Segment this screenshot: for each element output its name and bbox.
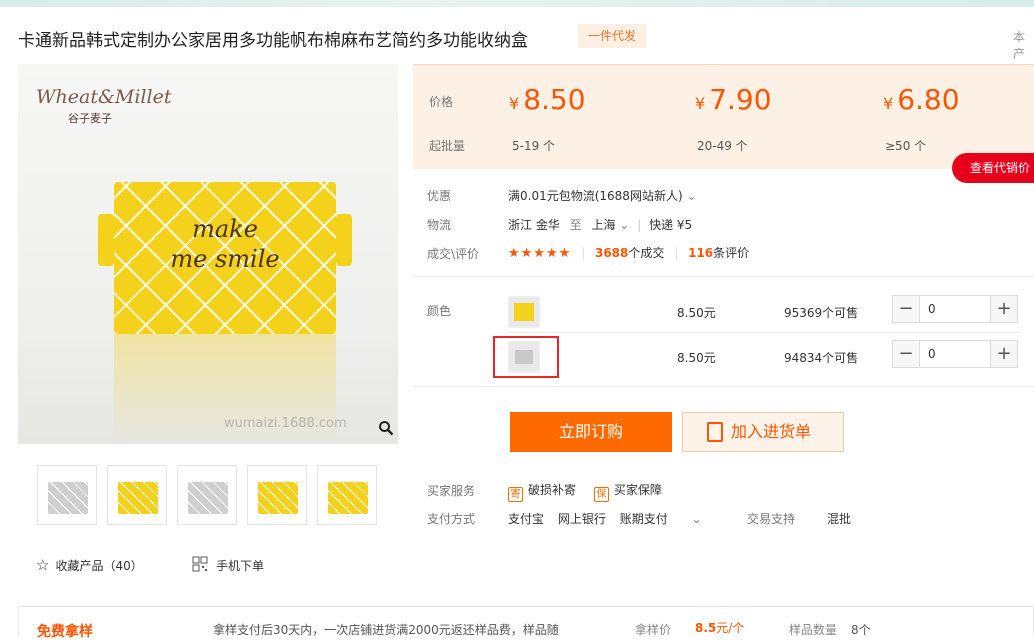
deals-count-link[interactable]: 3688个成交 [595,246,664,260]
ship-from: 浙江 金华 [508,218,560,232]
mobile-order-button[interactable]: 手机下单 [192,556,264,575]
thumbnail-2[interactable] [107,465,167,525]
add-to-cart-button[interactable]: 加入进货单 [682,412,844,452]
quantity-input-1[interactable]: 0 [919,296,991,322]
main-product-image[interactable]: Wheat&Millet 谷子麦子 make me smile wumaizi.… [18,64,398,444]
chevron-down-icon: ⌄ [619,218,630,232]
favorite-button[interactable]: ☆ 收藏产品（40） [36,556,143,574]
price-tier-1: ¥8.50 [509,83,586,116]
service-label: 买家服务 [427,484,476,498]
deals-value: ★★★★★ | 3688个成交 | 116条评价 [508,246,750,261]
reviews-count-link[interactable]: 116条评价 [688,246,749,260]
divider [413,276,1034,277]
sku-row-1: 8.50元 95369个可售 − 0 + [508,292,1020,332]
sku-price-1: 8.50元 [677,306,716,320]
clipboard-icon [707,422,723,442]
box-handle-right [336,214,352,266]
chevron-down-icon: ⌄ [686,189,697,203]
promo-value[interactable]: 满0.01元包物流(1688网站新人) ⌄ [508,187,697,204]
buy-now-button[interactable]: 立即订购 [510,412,672,452]
product-title: 卡通新品韩式定制办公家居用多功能帆布棉麻布艺简约多功能收纳盒 [18,31,528,51]
sku-stock-2: 94834个可售 [784,351,859,365]
sku-row-2: 8.50元 94834个可售 − 0 + [508,337,1020,377]
thumbnail-3[interactable] [177,465,237,525]
sku-stock-1: 95369个可售 [784,306,859,320]
thumbnail-4[interactable] [247,465,307,525]
buyer-protection-item[interactable]: 保买家保障 [593,483,662,502]
sample-text: 拿样支付后30天内，一次店铺进货满2000元返还样品费，样品随 [213,623,559,637]
price-tier-2: ¥7.90 [695,83,772,116]
sample-count-label: 样品数量 [789,623,838,637]
quantity-input-2[interactable]: 0 [919,341,991,367]
price-tier-3-qty: ≥50 个 [885,139,927,153]
star-outline-icon: ☆ [36,556,50,574]
sample-bar: 免费拿样 拿样支付后30天内，一次店铺进货满2000元返还样品费，样品随 拿样价… [18,606,1034,640]
payment-credit: 账期支付 [619,512,668,526]
increment-button[interactable]: + [991,341,1017,367]
thumbnail-5[interactable] [317,465,377,525]
divider [508,332,1020,333]
quantity-stepper-1: − 0 + [892,295,1018,323]
reship-icon: 寄 [508,487,523,502]
trade-support-value: 混批 [827,512,852,526]
logistics-label: 物流 [427,218,452,232]
decrement-button[interactable]: − [893,296,919,322]
sample-price-label: 拿样价 [635,623,672,637]
payment-alipay: 支付宝 [508,512,545,526]
quantity-stepper-2: − 0 + [892,340,1018,368]
promo-label: 优惠 [427,189,452,203]
payment-label: 支付方式 [427,512,476,526]
price-tier-3: ¥6.80 [883,83,960,116]
magnifier-icon[interactable] [378,420,394,440]
free-sample-brand: 免费拿样 [37,624,93,640]
thumbnail-1[interactable] [37,465,97,525]
color-label: 颜色 [427,304,452,318]
dropship-tag: 一件代发 [578,24,646,48]
brand-logo: Wheat&Millet [36,86,172,108]
service-items: 寄破损补寄 保买家保障 [508,481,662,502]
rating-stars: ★★★★★ [508,246,572,261]
payment-netbank: 网上银行 [557,512,606,526]
trade-support-label: 交易支持 [747,512,796,526]
thumbnail-strip [37,465,377,525]
selection-highlight [493,336,559,378]
logistics-value: 浙江 金华 至 上海 ⌄ | 快递 ¥5 [508,218,693,232]
deals-label: 成交\评价 [427,247,480,261]
mobile-order-label: 手机下单 [216,559,265,573]
view-agent-price-button[interactable]: 查看代销价 [952,153,1034,183]
brand-logo-sub: 谷子麦子 [68,112,112,125]
header-right-text: 本产 [1013,30,1026,61]
price-panel: 价格 起批量 ¥8.50 5-19 个 ¥7.90 20-49 个 ¥6.80 … [413,64,1034,169]
increment-button[interactable]: + [991,296,1017,322]
favorite-label: 收藏产品（40） [55,558,143,573]
qrcode-icon [192,556,208,575]
express-fee: 快递 ¥5 [649,218,693,232]
price-tier-1-qty: 5-19 个 [512,139,556,153]
price-tier-2-qty: 20-49 个 [697,139,748,153]
shield-icon: 保 [593,487,609,502]
price-label: 价格 [429,95,454,109]
damage-reship-item[interactable]: 寄破损补寄 [508,483,576,502]
decrement-button[interactable]: − [893,341,919,367]
ship-destination[interactable]: 上海 ⌄ [592,218,630,232]
sample-price: 8.5元/个 [695,621,745,635]
moq-label: 起批量 [429,139,466,153]
top-nav-strip [0,0,1034,7]
divider [413,386,1034,387]
sku-price-2: 8.50元 [677,351,716,365]
sample-count: 8个 [851,623,871,637]
chevron-down-icon[interactable]: ⌄ [692,512,702,526]
payment-methods: 支付宝 网上银行 账期支付 ⌄ [508,510,702,527]
box-handle-left [98,214,114,266]
sku-thumbnail-1[interactable] [508,296,540,328]
image-watermark: wumaizi.1688.com [224,416,347,431]
box-print-text: make me smile [170,215,280,273]
